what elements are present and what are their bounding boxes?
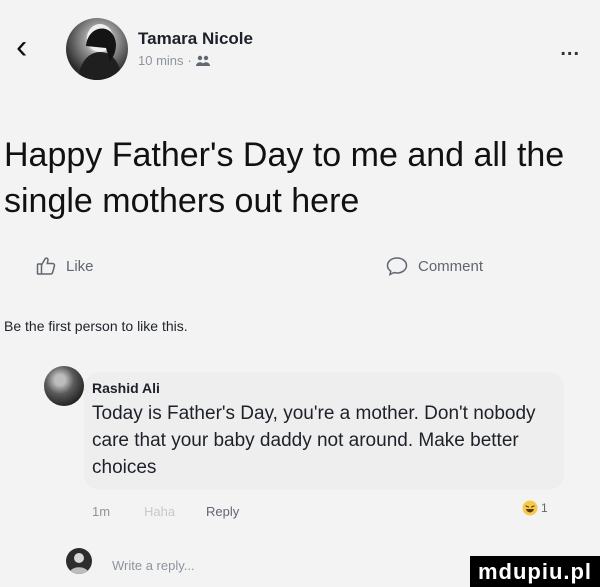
comment-button[interactable]: Comment <box>386 256 483 276</box>
more-options-button[interactable]: ... <box>560 38 580 61</box>
reaction-count: 1 <box>541 501 548 515</box>
like-button[interactable]: Like <box>36 256 94 276</box>
speech-bubble-icon <box>386 256 408 276</box>
commenter-avatar[interactable] <box>44 366 84 406</box>
post-text: Happy Father's Day to me and all the sin… <box>4 136 565 220</box>
write-reply-input[interactable] <box>112 555 352 575</box>
reply-button[interactable]: Reply <box>206 504 239 519</box>
post-time: 10 mins <box>138 53 184 68</box>
like-label: Like <box>66 257 94 275</box>
friends-icon <box>195 55 210 67</box>
thumbs-up-icon <box>36 256 56 276</box>
commenter-name[interactable]: Rashid Ali <box>92 380 160 396</box>
comment-label: Comment <box>418 257 484 275</box>
comment-time: 1m <box>92 504 111 519</box>
meta-separator: · <box>187 53 192 68</box>
back-button[interactable]: ‹ <box>16 30 27 64</box>
comment-reaction-summary[interactable]: 1 <box>522 500 548 516</box>
first-like-prompt: Be the first person to like this. <box>4 318 188 334</box>
post-meta: 10 mins · <box>138 53 210 68</box>
haha-reaction-button[interactable]: Haha <box>144 504 175 519</box>
watermark-logo: mdupiu.pl <box>470 556 600 587</box>
author-avatar[interactable] <box>66 18 128 80</box>
chevron-left-icon: ‹ <box>16 28 28 66</box>
current-user-avatar <box>66 548 92 574</box>
author-name[interactable]: Tamara Nicole <box>138 29 253 49</box>
comment-text: Today is Father's Day, you're a mother. … <box>92 403 536 478</box>
haha-emoji-icon <box>522 500 538 516</box>
